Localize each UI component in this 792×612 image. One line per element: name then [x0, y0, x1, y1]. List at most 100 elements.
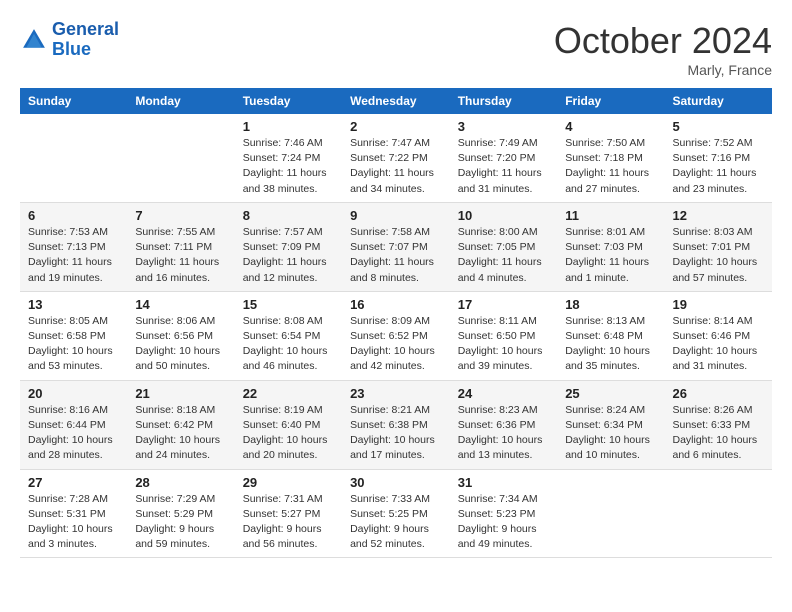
calendar-cell: 20 Sunrise: 8:16 AMSunset: 6:44 PMDayligh…: [20, 380, 127, 469]
day-number: 19: [673, 297, 765, 312]
day-number: 22: [243, 386, 334, 401]
calendar-cell: [557, 469, 664, 558]
day-number: 21: [135, 386, 226, 401]
day-number: 24: [458, 386, 549, 401]
weekday-header-row: SundayMondayTuesdayWednesdayThursdayFrid…: [20, 88, 772, 114]
day-detail: Sunrise: 8:01 AMSunset: 7:03 PMDaylight:…: [565, 225, 656, 286]
day-detail: Sunrise: 8:05 AMSunset: 6:58 PMDaylight:…: [28, 314, 119, 375]
day-number: 11: [565, 208, 656, 223]
day-detail: Sunrise: 8:26 AMSunset: 6:33 PMDaylight:…: [673, 403, 765, 464]
day-detail: Sunrise: 7:53 AMSunset: 7:13 PMDaylight:…: [28, 225, 119, 286]
day-number: 2: [350, 119, 442, 134]
day-detail: Sunrise: 8:14 AMSunset: 6:46 PMDaylight:…: [673, 314, 765, 375]
calendar-cell: 6 Sunrise: 7:53 AMSunset: 7:13 PMDaylight…: [20, 202, 127, 291]
calendar-cell: 2Sunrise: 7:47 AMSunset: 7:22 PMDaylight…: [342, 114, 450, 202]
day-detail: Sunrise: 7:31 AMSunset: 5:27 PMDaylight:…: [243, 492, 334, 553]
calendar-cell: 30Sunrise: 7:33 AMSunset: 5:25 PMDayligh…: [342, 469, 450, 558]
logo-line1: General: [52, 19, 119, 39]
calendar-cell: 15 Sunrise: 8:08 AMSunset: 6:54 PMDayligh…: [235, 291, 342, 380]
day-detail: Sunrise: 7:52 AMSunset: 7:16 PMDaylight:…: [673, 136, 765, 197]
day-detail: Sunrise: 8:00 AMSunset: 7:05 PMDaylight:…: [458, 225, 549, 286]
calendar-cell: 7 Sunrise: 7:55 AMSunset: 7:11 PMDaylight…: [127, 202, 234, 291]
day-number: 7: [135, 208, 226, 223]
day-number: 26: [673, 386, 765, 401]
day-number: 27: [28, 475, 119, 490]
calendar-cell: [20, 114, 127, 202]
weekday-header-thursday: Thursday: [450, 88, 557, 114]
day-number: 17: [458, 297, 549, 312]
day-detail: Sunrise: 8:23 AMSunset: 6:36 PMDaylight:…: [458, 403, 549, 464]
day-detail: Sunrise: 7:55 AMSunset: 7:11 PMDaylight:…: [135, 225, 226, 286]
title-block: October 2024 Marly, France: [554, 20, 772, 78]
day-number: 8: [243, 208, 334, 223]
calendar-cell: 17 Sunrise: 8:11 AMSunset: 6:50 PMDayligh…: [450, 291, 557, 380]
day-number: 10: [458, 208, 549, 223]
day-detail: Sunrise: 7:29 AMSunset: 5:29 PMDaylight:…: [135, 492, 226, 553]
logo-icon: [20, 26, 48, 54]
day-detail: Sunrise: 8:16 AMSunset: 6:44 PMDaylight:…: [28, 403, 119, 464]
calendar-cell: 1 Sunrise: 7:46 AMSunset: 7:24 PMDaylight…: [235, 114, 342, 202]
calendar-table: SundayMondayTuesdayWednesdayThursdayFrid…: [20, 88, 772, 558]
day-number: 20: [28, 386, 119, 401]
calendar-cell: 4Sunrise: 7:50 AMSunset: 7:18 PMDaylight…: [557, 114, 664, 202]
weekday-header-wednesday: Wednesday: [342, 88, 450, 114]
day-number: 29: [243, 475, 334, 490]
day-detail: Sunrise: 8:03 AMSunset: 7:01 PMDaylight:…: [673, 225, 765, 286]
day-detail: Sunrise: 8:11 AMSunset: 6:50 PMDaylight:…: [458, 314, 549, 375]
day-detail: Sunrise: 8:18 AMSunset: 6:42 PMDaylight:…: [135, 403, 226, 464]
calendar-cell: 29 Sunrise: 7:31 AMSunset: 5:27 PMDayligh…: [235, 469, 342, 558]
calendar-cell: 5Sunrise: 7:52 AMSunset: 7:16 PMDaylight…: [665, 114, 773, 202]
calendar-cell: 24 Sunrise: 8:23 AMSunset: 6:36 PMDayligh…: [450, 380, 557, 469]
day-detail: Sunrise: 8:24 AMSunset: 6:34 PMDaylight:…: [565, 403, 656, 464]
calendar-cell: 13 Sunrise: 8:05 AMSunset: 6:58 PMDayligh…: [20, 291, 127, 380]
day-number: 1: [243, 119, 334, 134]
day-number: 13: [28, 297, 119, 312]
day-number: 18: [565, 297, 656, 312]
calendar-cell: 23Sunrise: 8:21 AMSunset: 6:38 PMDayligh…: [342, 380, 450, 469]
weekday-header-friday: Friday: [557, 88, 664, 114]
logo-line2: Blue: [52, 39, 91, 59]
day-number: 3: [458, 119, 549, 134]
day-detail: Sunrise: 8:08 AMSunset: 6:54 PMDaylight:…: [243, 314, 334, 375]
day-detail: Sunrise: 8:06 AMSunset: 6:56 PMDaylight:…: [135, 314, 226, 375]
calendar-cell: 21 Sunrise: 8:18 AMSunset: 6:42 PMDayligh…: [127, 380, 234, 469]
day-detail: Sunrise: 8:19 AMSunset: 6:40 PMDaylight:…: [243, 403, 334, 464]
calendar-cell: 31 Sunrise: 7:34 AMSunset: 5:23 PMDayligh…: [450, 469, 557, 558]
calendar-cell: [127, 114, 234, 202]
day-detail: Sunrise: 7:28 AMSunset: 5:31 PMDaylight:…: [28, 492, 119, 553]
weekday-header-tuesday: Tuesday: [235, 88, 342, 114]
calendar-cell: 11 Sunrise: 8:01 AMSunset: 7:03 PMDayligh…: [557, 202, 664, 291]
day-number: 6: [28, 208, 119, 223]
calendar-cell: 19 Sunrise: 8:14 AMSunset: 6:46 PMDayligh…: [665, 291, 773, 380]
calendar-cell: 28Sunrise: 7:29 AMSunset: 5:29 PMDayligh…: [127, 469, 234, 558]
calendar-cell: [665, 469, 773, 558]
day-number: 15: [243, 297, 334, 312]
calendar-cell: 10 Sunrise: 8:00 AMSunset: 7:05 PMDayligh…: [450, 202, 557, 291]
logo: General Blue: [20, 20, 119, 60]
day-detail: Sunrise: 7:57 AMSunset: 7:09 PMDaylight:…: [243, 225, 334, 286]
day-detail: Sunrise: 8:13 AMSunset: 6:48 PMDaylight:…: [565, 314, 656, 375]
weekday-header-saturday: Saturday: [665, 88, 773, 114]
week-row-2: 6 Sunrise: 7:53 AMSunset: 7:13 PMDaylight…: [20, 202, 772, 291]
week-row-1: 1 Sunrise: 7:46 AMSunset: 7:24 PMDaylight…: [20, 114, 772, 202]
day-detail: Sunrise: 7:34 AMSunset: 5:23 PMDaylight:…: [458, 492, 549, 553]
day-detail: Sunrise: 7:46 AMSunset: 7:24 PMDaylight:…: [243, 136, 334, 197]
day-detail: Sunrise: 8:09 AMSunset: 6:52 PMDaylight:…: [350, 314, 442, 375]
day-number: 25: [565, 386, 656, 401]
calendar-cell: 18 Sunrise: 8:13 AMSunset: 6:48 PMDayligh…: [557, 291, 664, 380]
week-row-5: 27 Sunrise: 7:28 AMSunset: 5:31 PMDayligh…: [20, 469, 772, 558]
weekday-header-monday: Monday: [127, 88, 234, 114]
day-detail: Sunrise: 7:50 AMSunset: 7:18 PMDaylight:…: [565, 136, 656, 197]
day-detail: Sunrise: 7:33 AMSunset: 5:25 PMDaylight:…: [350, 492, 442, 553]
logo-text: General Blue: [52, 20, 119, 60]
calendar-cell: 26 Sunrise: 8:26 AMSunset: 6:33 PMDayligh…: [665, 380, 773, 469]
day-number: 9: [350, 208, 442, 223]
day-number: 31: [458, 475, 549, 490]
page-header: General Blue October 2024 Marly, France: [20, 20, 772, 78]
day-detail: Sunrise: 7:49 AMSunset: 7:20 PMDaylight:…: [458, 136, 549, 197]
day-number: 16: [350, 297, 442, 312]
calendar-cell: 3 Sunrise: 7:49 AMSunset: 7:20 PMDaylight…: [450, 114, 557, 202]
calendar-cell: 16 Sunrise: 8:09 AMSunset: 6:52 PMDayligh…: [342, 291, 450, 380]
month-title: October 2024: [554, 20, 772, 62]
day-number: 14: [135, 297, 226, 312]
